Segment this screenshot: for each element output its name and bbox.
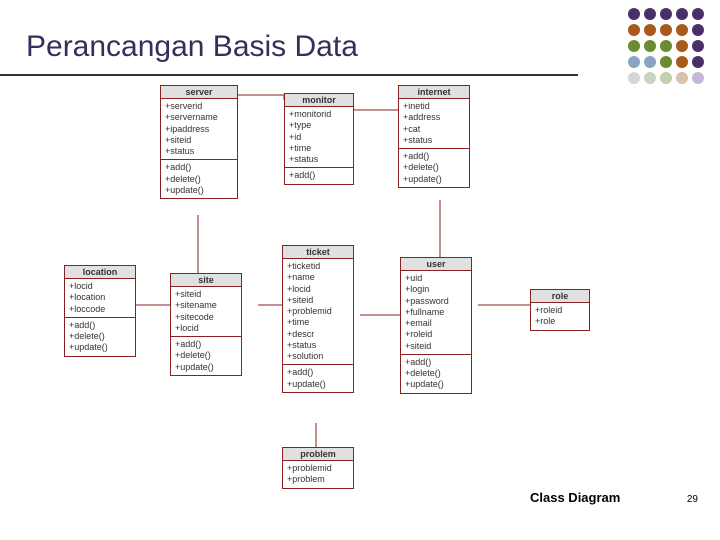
- class-monitor: monitor +monitorid+type+id+time+status +…: [284, 93, 354, 185]
- class-user: user +uid+login+password+fullname+email+…: [400, 257, 472, 394]
- ops-section: +add()+delete()+update(): [171, 336, 241, 375]
- ops-section: +add()+delete()+update(): [65, 317, 135, 356]
- class-server: server +serverid+servername+ipaddress+si…: [160, 85, 238, 199]
- attrs-section: +roleid+role: [531, 303, 589, 330]
- class-role: role +roleid+role: [530, 289, 590, 331]
- diagram-canvas: server +serverid+servername+ipaddress+si…: [0, 85, 720, 515]
- class-header: location: [65, 266, 135, 279]
- attrs-section: +problemid+problem: [283, 461, 353, 488]
- class-ticket: ticket +ticketid+name+locid+siteid+probl…: [282, 245, 354, 393]
- attrs-section: +inetid+address+cat+status: [399, 99, 469, 148]
- class-location: location +locid+location+loccode +add()+…: [64, 265, 136, 357]
- class-site: site +siteid+sitename+sitecode+locid +ad…: [170, 273, 242, 376]
- ops-section: +add()+delete()+update(): [161, 159, 237, 198]
- class-header: server: [161, 86, 237, 99]
- class-problem: problem +problemid+problem: [282, 447, 354, 489]
- class-header: user: [401, 258, 471, 271]
- class-header: site: [171, 274, 241, 287]
- attrs-section: +siteid+sitename+sitecode+locid: [171, 287, 241, 336]
- class-internet: internet +inetid+address+cat+status +add…: [398, 85, 470, 188]
- ops-section: +add()+update(): [283, 364, 353, 392]
- ops-section: +add()+delete()+update(): [399, 148, 469, 187]
- class-header: problem: [283, 448, 353, 461]
- attrs-section: +serverid+servername+ipaddress+siteid+st…: [161, 99, 237, 159]
- ops-section: +add(): [285, 167, 353, 183]
- class-header: ticket: [283, 246, 353, 259]
- page-number: 29: [687, 494, 698, 505]
- class-header: role: [531, 290, 589, 303]
- class-header: internet: [399, 86, 469, 99]
- attrs-section: +locid+location+loccode: [65, 279, 135, 317]
- diagram-caption: Class Diagram: [530, 490, 620, 505]
- attrs-section: +uid+login+password+fullname+email+rolei…: [401, 271, 471, 354]
- corner-dot-decoration: [628, 8, 704, 84]
- attrs-section: +monitorid+type+id+time+status: [285, 107, 353, 167]
- class-header: monitor: [285, 94, 353, 107]
- page-title: Perancangan Basis Data: [26, 30, 358, 64]
- ops-section: +add()+delete()+update(): [401, 354, 471, 393]
- attrs-section: +ticketid+name+locid+siteid+problemid+ti…: [283, 259, 353, 364]
- title-underline: [0, 74, 578, 76]
